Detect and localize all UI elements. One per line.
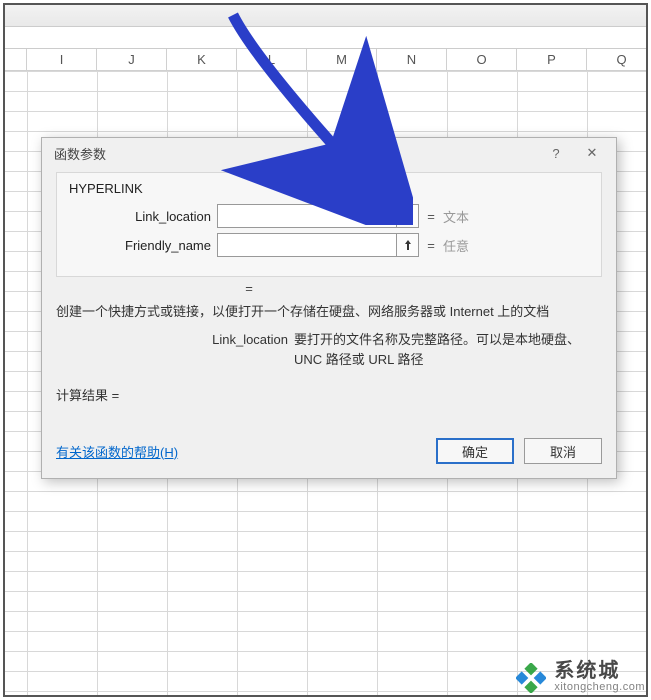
ok-button[interactable]: 确定 [436,438,514,464]
function-name: HYPERLINK [69,181,591,196]
arg-hint: 文本 [443,207,469,226]
argument-description: Link_location 要打开的文件名称及完整路径。可以是本地硬盘、UNC … [56,330,602,372]
close-icon: ✕ [587,145,598,161]
column-header[interactable]: N [377,49,447,70]
arguments-group: HYPERLINK Link_location = 文本 Friendly_na… [56,172,602,277]
arg-label: Friendly_name [67,238,217,253]
dialog-title: 函数参数 [54,144,538,163]
function-help-link[interactable]: 有关该函数的帮助(H) [56,442,178,461]
function-description: 创建一个快捷方式或链接，以便打开一个存储在硬盘、网络服务器或 Internet … [56,302,602,322]
column-headers: I J K L M N O P Q [5,49,646,71]
watermark-title: 系统城 [554,661,645,682]
select-all-corner[interactable] [5,49,27,70]
equals-sign: = [419,209,443,224]
app-frame: I J K L M N O P Q 函数参数 ? ✕ HYPERLINK Lin… [3,3,648,697]
argument-description-key: Link_location [56,330,294,372]
help-button[interactable]: ? [538,140,574,166]
range-select-icon [402,239,414,251]
column-header[interactable]: K [167,49,237,70]
dialog-titlebar[interactable]: 函数参数 ? ✕ [42,138,616,168]
range-select-icon [402,210,414,222]
link-location-input[interactable] [217,204,397,228]
arg-label: Link_location [67,209,217,224]
close-button[interactable]: ✕ [574,140,610,166]
arg-row-link-location: Link_location = 文本 [67,204,591,228]
formula-bar[interactable] [5,27,646,49]
collapse-dialog-button[interactable] [397,233,419,257]
collapse-dialog-button[interactable] [397,204,419,228]
column-header[interactable]: J [97,49,167,70]
calculation-result: 计算结果 = [56,385,602,404]
column-header[interactable]: L [237,49,307,70]
function-arguments-dialog: 函数参数 ? ✕ HYPERLINK Link_location = 文本 [41,137,617,479]
watermark: 系统城 xitongcheng.com [516,661,645,694]
watermark-url: xitongcheng.com [554,682,645,694]
argument-description-value: 要打开的文件名称及完整路径。可以是本地硬盘、UNC 路径或 URL 路径 [294,330,602,372]
watermark-logo-icon [516,663,546,693]
column-header[interactable]: M [307,49,377,70]
friendly-name-input[interactable] [217,233,397,257]
result-equals: = [56,281,602,296]
column-header[interactable]: P [517,49,587,70]
cancel-button[interactable]: 取消 [524,438,602,464]
column-header[interactable]: O [447,49,517,70]
arg-row-friendly-name: Friendly_name = 任意 [67,233,591,257]
column-header[interactable]: I [27,49,97,70]
app-titlebar [5,5,646,27]
dialog-footer: 有关该函数的帮助(H) 确定 取消 [42,432,616,478]
column-header[interactable]: Q [587,49,651,70]
equals-sign: = [419,238,443,253]
arg-hint: 任意 [443,236,469,255]
